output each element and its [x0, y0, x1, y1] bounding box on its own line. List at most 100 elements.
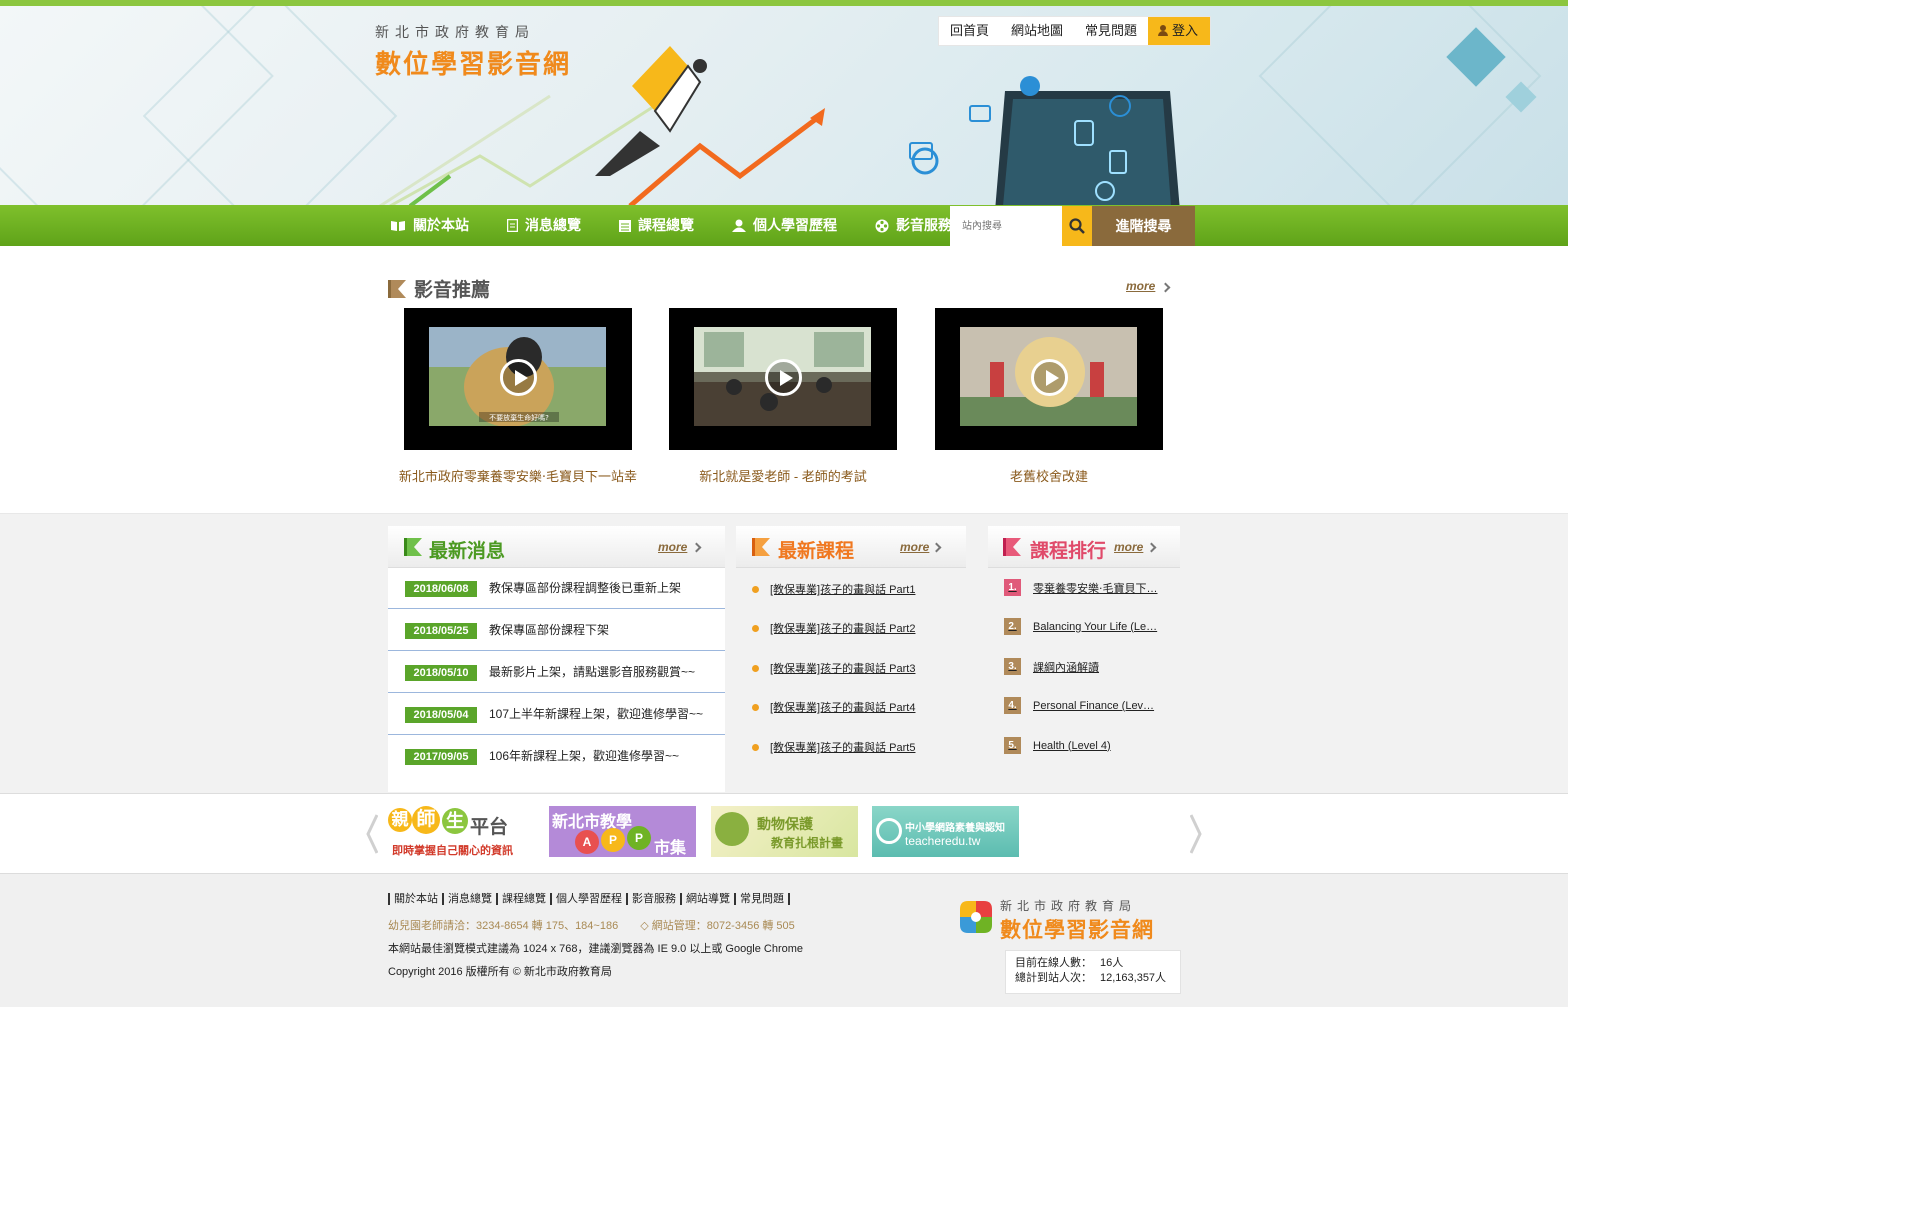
ranking-label[interactable]: 零棄養零安樂‧毛寶貝下…	[1033, 580, 1158, 596]
rank-badge: 1.	[1004, 579, 1021, 596]
video-card-2[interactable]	[669, 308, 897, 450]
footer-link-news[interactable]: 消息總覽	[442, 893, 496, 905]
partner-banner-animal-protection[interactable]: 動物保護 教育扎根計畫	[711, 806, 858, 857]
ranking-item[interactable]: 3. 課綱內涵解讀	[1004, 658, 1099, 675]
ranking-label[interactable]: Health (Level 4)	[1033, 740, 1111, 752]
home-link[interactable]: 回首頁	[939, 17, 1000, 45]
ranking-label[interactable]: 課綱內涵解讀	[1033, 659, 1099, 675]
news-date: 2018/05/04	[405, 707, 477, 723]
partner-banner-app-market[interactable]: 新北市教學 A P P 市集	[549, 806, 696, 857]
visits-label: 總計到站人次：	[1015, 972, 1092, 984]
partner-title: 動物保護	[757, 816, 813, 832]
nav-label: 課程總覽	[638, 217, 694, 233]
video-card-1[interactable]: 不要放棄生命好嗎?	[404, 308, 632, 450]
news-more-link[interactable]: more	[658, 540, 687, 554]
ranking-label[interactable]: Balancing Your Life (Le…	[1033, 621, 1157, 633]
partner-char: 親	[388, 808, 412, 832]
news-row[interactable]: 2018/05/25 教保專區部份課程下架	[388, 609, 725, 651]
online-value: 16人	[1100, 957, 1124, 969]
video-title-1[interactable]: 新北市政府零棄養零安樂‧毛寶貝下一站幸	[388, 466, 648, 485]
news-panel: 最新消息 more 2018/06/08 教保專區部份課程調整後已重新上架 20…	[388, 526, 725, 792]
nav-about[interactable]: 關於本站	[388, 205, 481, 246]
footer-logo-title: 數位學習影音網	[1000, 919, 1154, 942]
carousel-next-button[interactable]	[1190, 814, 1202, 854]
course-label[interactable]: [教保專業]孩子的畫與話 Part2	[770, 620, 915, 636]
site-search-input[interactable]	[950, 206, 1062, 246]
ranking-item[interactable]: 5. Health (Level 4)	[1004, 737, 1111, 754]
news-text[interactable]: 106年新課程上架，歡迎進修學習~~	[489, 747, 679, 764]
footer-logo[interactable]: 新北市政府教育局 數位學習影音網	[956, 897, 1154, 944]
ranking-item[interactable]: 1. 零棄養零安樂‧毛寶貝下…	[1004, 579, 1158, 596]
bullet-icon	[752, 703, 759, 711]
search-button[interactable]	[1062, 206, 1092, 246]
partner-char: 師	[412, 806, 440, 834]
advanced-search-button[interactable]: 進階搜尋	[1092, 206, 1195, 246]
carousel-prev-button[interactable]	[366, 814, 378, 854]
partner-subtitle: 市集	[654, 840, 687, 857]
news-text[interactable]: 教保專區部份課程下架	[489, 621, 609, 638]
course-label[interactable]: [教保專業]孩子的畫與話 Part1	[770, 581, 915, 597]
courses-more-link[interactable]: more	[900, 540, 929, 554]
partner-subtitle: 即時掌握自己關心的資訊	[392, 845, 513, 857]
login-button[interactable]: 登入	[1148, 17, 1211, 45]
footer-contact: 幼兒園老師請洽：3234-8654 轉 175、184~186 ◇ 網站管理：8…	[388, 920, 795, 932]
section-flag-icon	[404, 538, 422, 556]
site-logo[interactable]: 新北市政府教育局 數位學習影音網	[375, 22, 571, 81]
footer-link-about[interactable]: 關於本站	[388, 893, 442, 905]
course-item[interactable]: [教保專業]孩子的畫與話 Part3	[752, 660, 915, 676]
partner-title: 新北市教學	[552, 814, 633, 831]
footer-link-faq[interactable]: 常見問題	[734, 893, 790, 905]
footer-link-courses[interactable]: 課程總覽	[496, 893, 550, 905]
main-nav: 關於本站 消息總覽 課程總覽 個人學習歷程 影音服務	[388, 205, 988, 246]
news-row[interactable]: 2018/05/04 107上半年新課程上架，歡迎進修學習~~	[388, 693, 725, 735]
news-row[interactable]: 2018/05/10 最新影片上架，請點選影音服務觀賞~~	[388, 651, 725, 693]
ranking-item[interactable]: 4. Personal Finance (Lev…	[1004, 697, 1154, 714]
courses-panel: 最新課程 more [教保專業]孩子的畫與話 Part1 [教保專業]孩子的畫與…	[736, 526, 966, 792]
footer-copyright: Copyright 2016 版權所有 © 新北市政府教育局	[388, 966, 612, 978]
nav-news[interactable]: 消息總覽	[505, 205, 593, 246]
sitemap-link[interactable]: 網站地圖	[1000, 17, 1074, 45]
footer-link-guide[interactable]: 網站導覽	[680, 893, 734, 905]
play-icon[interactable]	[765, 359, 802, 396]
news-row[interactable]: 2018/06/08 教保專區部份課程調整後已重新上架	[388, 567, 725, 609]
course-item[interactable]: [教保專業]孩子的畫與話 Part1	[752, 581, 915, 597]
video-subtitle: 不要放棄生命好嗎?	[489, 413, 549, 422]
video-card-3[interactable]	[935, 308, 1163, 450]
play-icon[interactable]	[500, 359, 537, 396]
news-date: 2018/05/25	[405, 623, 477, 639]
course-label[interactable]: [教保專業]孩子的畫與話 Part5	[770, 739, 915, 755]
nav-courses[interactable]: 課程總覽	[617, 205, 706, 246]
ranking-more-link[interactable]: more	[1114, 540, 1143, 554]
news-text[interactable]: 最新影片上架，請點選影音服務觀賞~~	[489, 663, 695, 680]
partner-banner-teacheredu[interactable]: 中小學網路素養與認知 teacheredu.tw	[872, 806, 1019, 857]
video-title-3[interactable]: 老舊校舍改建	[919, 466, 1179, 485]
news-row[interactable]: 2017/09/05 106年新課程上架，歡迎進修學習~~	[388, 735, 725, 777]
news-text[interactable]: 107上半年新課程上架，歡迎進修學習~~	[489, 705, 703, 722]
globe-icon	[715, 812, 749, 846]
course-label[interactable]: [教保專業]孩子的畫與話 Part4	[770, 699, 915, 715]
partner-banner-parent-teacher[interactable]: 親 師 生 平台 即時掌握自己關心的資訊	[388, 806, 536, 857]
course-item[interactable]: [教保專業]孩子的畫與話 Part2	[752, 620, 915, 636]
bullet-icon	[752, 664, 759, 672]
footer-links: 關於本站 消息總覽 課程總覽 個人學習歷程 影音服務 網站導覽 常見問題	[388, 893, 790, 905]
featured-more-link[interactable]: more	[1126, 279, 1155, 293]
partner-char: P	[601, 828, 625, 852]
footer: 關於本站 消息總覽 課程總覽 個人學習歷程 影音服務 網站導覽 常見問題 幼兒園…	[0, 873, 1568, 1007]
news-text[interactable]: 教保專區部份課程調整後已重新上架	[489, 579, 681, 596]
ranking-label[interactable]: Personal Finance (Lev…	[1033, 700, 1154, 712]
bullet-icon	[752, 624, 759, 632]
play-icon[interactable]	[1031, 359, 1068, 396]
featured-title: 影音推薦	[414, 280, 491, 301]
faq-link[interactable]: 常見問題	[1074, 17, 1148, 45]
course-item[interactable]: [教保專業]孩子的畫與話 Part4	[752, 699, 915, 715]
logo-mark-icon	[960, 901, 992, 933]
course-label[interactable]: [教保專業]孩子的畫與話 Part3	[770, 660, 915, 676]
course-item[interactable]: [教保專業]孩子的畫與話 Part5	[752, 739, 915, 755]
bullet-icon	[752, 585, 759, 593]
footer-link-video[interactable]: 影音服務	[626, 893, 680, 905]
video-title-2[interactable]: 新北就是愛老師 - 老師的考試	[653, 466, 913, 485]
ranking-item[interactable]: 2. Balancing Your Life (Le…	[1004, 618, 1157, 635]
footer-link-history[interactable]: 個人學習歷程	[550, 893, 626, 905]
nav-learning-history[interactable]: 個人學習歷程	[730, 205, 849, 246]
news-date: 2017/09/05	[405, 749, 477, 765]
